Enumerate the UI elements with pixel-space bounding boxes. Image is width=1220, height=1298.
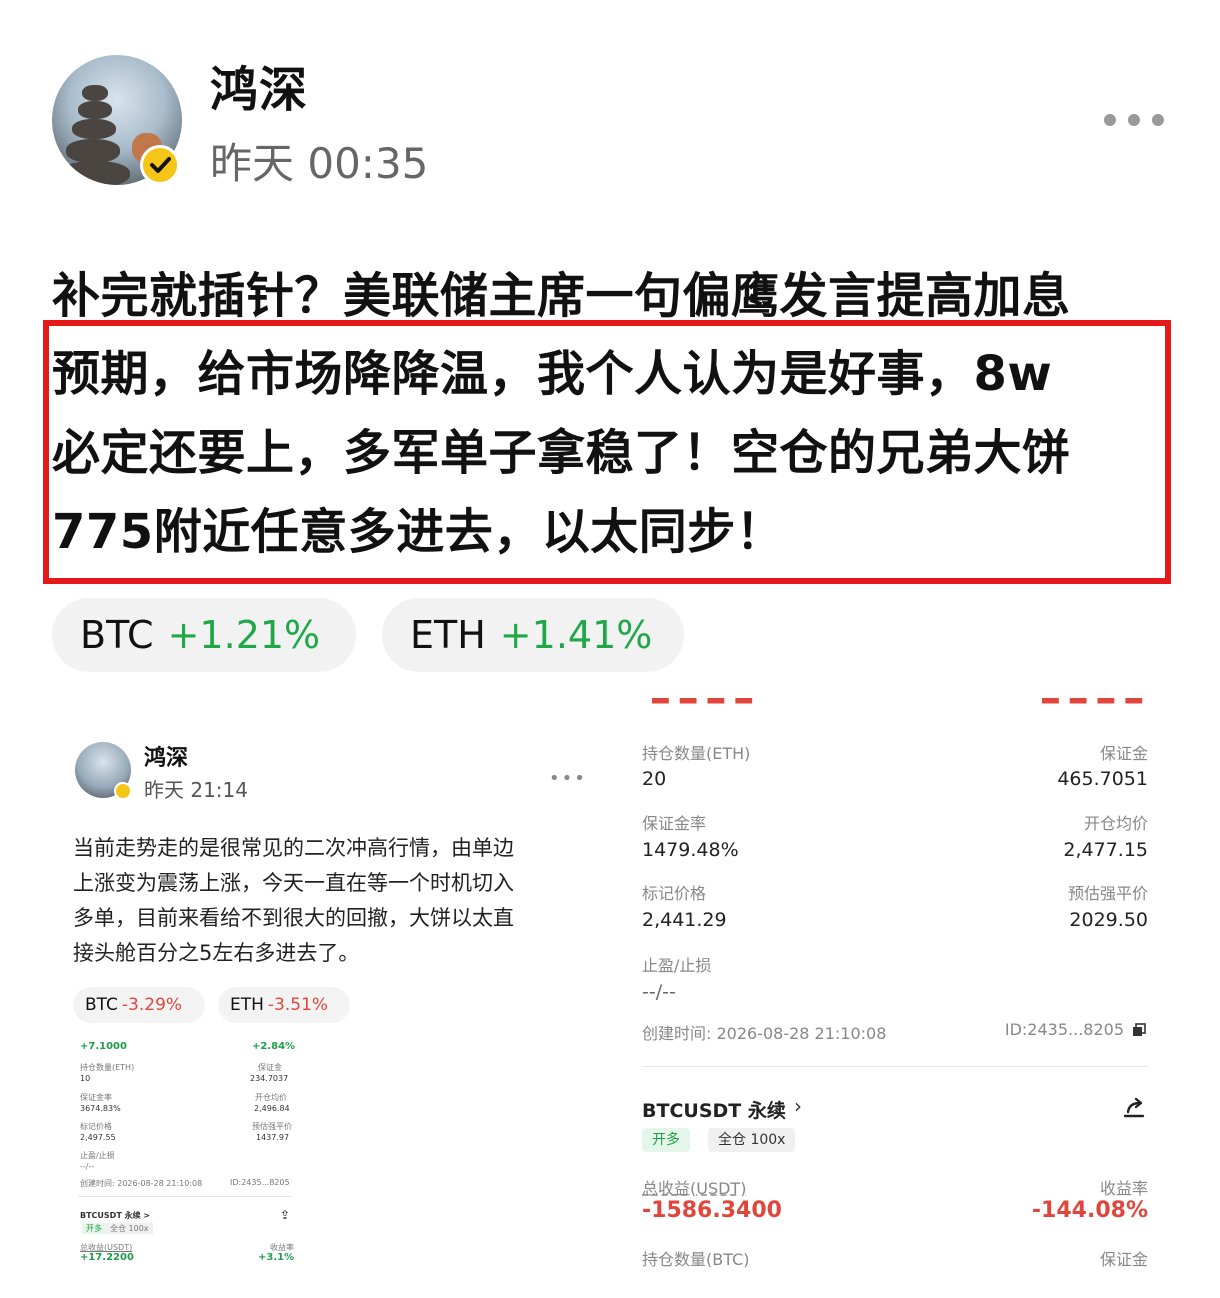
mini-qty-label: 持仓数量(ETH) [80,1063,135,1072]
mini-margin: 234.7037 [250,1074,289,1083]
position-id: ID:2435...8205 [1004,1020,1124,1039]
pnl-label[interactable]: 总收益(USDT) [642,1175,746,1199]
copy-icon[interactable] [1132,1022,1146,1036]
mini-created: 创建时间: 2026-08-28 21:10:08 [80,1179,203,1188]
ticker-chip-btc[interactable]: BTC +1.21% [52,598,356,672]
margin-ratio-value: 1479.48% [642,839,739,861]
clipped-value: ▬ ▬ ▬ ▬ [650,698,755,711]
qty-value: 20 [642,768,667,790]
embedded-ticker-eth[interactable]: ETH -3.51% [218,987,350,1023]
rate-value: -144.08% [1031,1198,1148,1223]
margin-label: 保证金 [1099,744,1148,763]
post-text-line: 补完就插针？美联储主席一句偏鹰发言提高加息 [52,268,1071,324]
post-time: 昨天 00:35 [210,139,429,188]
verified-icon [114,782,132,800]
more-icon[interactable] [1104,110,1168,130]
contract-name[interactable]: BTCUSDT 永续 [642,1096,786,1123]
tpsl-label: 止盈/止损 [642,956,712,975]
ticker-change: -3.51% [267,995,329,1015]
mini-top-rate: +2.84% [252,1041,296,1052]
mini-tpsl: --/-- [80,1162,95,1171]
created-time: 创建时间: 2026-08-28 21:10:08 [642,1024,887,1043]
ticker-change: +1.41% [499,613,653,657]
tag-long: 开多 [642,1128,690,1152]
embedded-text-line: 当前走势走的是很常见的二次冲高行情，由单边 [73,836,514,860]
next-qty-label: 持仓数量(BTC) [642,1250,750,1269]
margin-value: 465.7051 [1057,768,1148,790]
embedded-text-line: 多单，目前来看给不到很大的回撤，大饼以太直 [73,906,514,930]
share-icon[interactable] [1120,1094,1148,1122]
open-price-value: 2,477.15 [1063,839,1148,861]
liq-price-value: 2029.50 [1069,909,1148,931]
mini-tag-margin: 全仓 100x [106,1223,153,1234]
mini-margin-label: 保证金 [258,1063,282,1072]
username[interactable]: 鸿深 [210,50,308,120]
mini-mark-label: 标记价格 [80,1122,112,1131]
mini-pnl: +17.2200 [80,1252,134,1263]
qty-label: 持仓数量(ETH) [642,744,751,763]
mini-liq: 1437.97 [256,1133,290,1142]
mark-price-value: 2,441.29 [642,909,727,931]
mini-contract[interactable]: BTCUSDT 永续 > [80,1210,150,1221]
embedded-text-line: 上涨变为震荡上涨，今天一直在等一个时机切入 [73,871,514,895]
mini-id: ID:2435...8205 [230,1178,290,1187]
ticker-symbol: BTC [85,995,118,1015]
highlight-box [43,320,1171,584]
embedded-ticker-btc[interactable]: BTC -3.29% [73,987,205,1023]
mini-top-value: +7.1000 [80,1041,127,1052]
verified-icon [140,145,180,185]
open-price-label: 开仓均价 [1083,814,1148,833]
ticker-chip-eth[interactable]: ETH +1.41% [382,598,684,672]
mini-tag-long: 开多 [82,1223,106,1234]
mini-tpsl-label: 止盈/止损 [80,1151,115,1160]
mini-ratio: 3674.83% [80,1104,121,1113]
ticker-symbol: ETH [230,995,264,1015]
rate-label: 收益率 [1099,1179,1148,1198]
tpsl-value[interactable]: --/-- [642,981,676,1003]
embedded-username[interactable]: 鸿深 [144,740,188,772]
more-icon[interactable]: ••• [549,768,587,789]
mark-price-label: 标记价格 [642,884,707,903]
pnl-value: -1586.3400 [642,1198,782,1223]
chevron-right-icon[interactable]: › [794,1094,802,1118]
mini-ratio-label: 保证金率 [80,1093,112,1102]
embedded-text-line: 接头舱百分之5左右多进去了。 [73,941,360,965]
mini-open-label: 开仓均价 [255,1093,287,1102]
ticker-change: +1.21% [167,613,321,657]
mini-rate: +3.1% [258,1252,295,1263]
clipped-value: ▬ ▬ ▬ ▬ [1040,698,1145,711]
mini-qty: 10 [80,1074,91,1083]
mini-open: 2,496.84 [254,1104,290,1113]
ticker-symbol: ETH [410,613,486,657]
share-icon[interactable]: ⇪ [280,1208,290,1222]
next-margin-label: 保证金 [1099,1250,1148,1269]
liq-price-label: 预估强平价 [1067,884,1148,903]
embedded-post-time: 昨天 21:14 [144,778,248,802]
ticker-change: -3.29% [121,995,183,1015]
margin-ratio-label: 保证金率 [642,814,707,833]
mini-mark: 2,497.55 [80,1133,116,1142]
ticker-symbol: BTC [80,613,154,657]
mini-liq-label: 预估强平价 [252,1122,292,1131]
tag-cross-leverage: 全仓 100x [708,1128,796,1152]
